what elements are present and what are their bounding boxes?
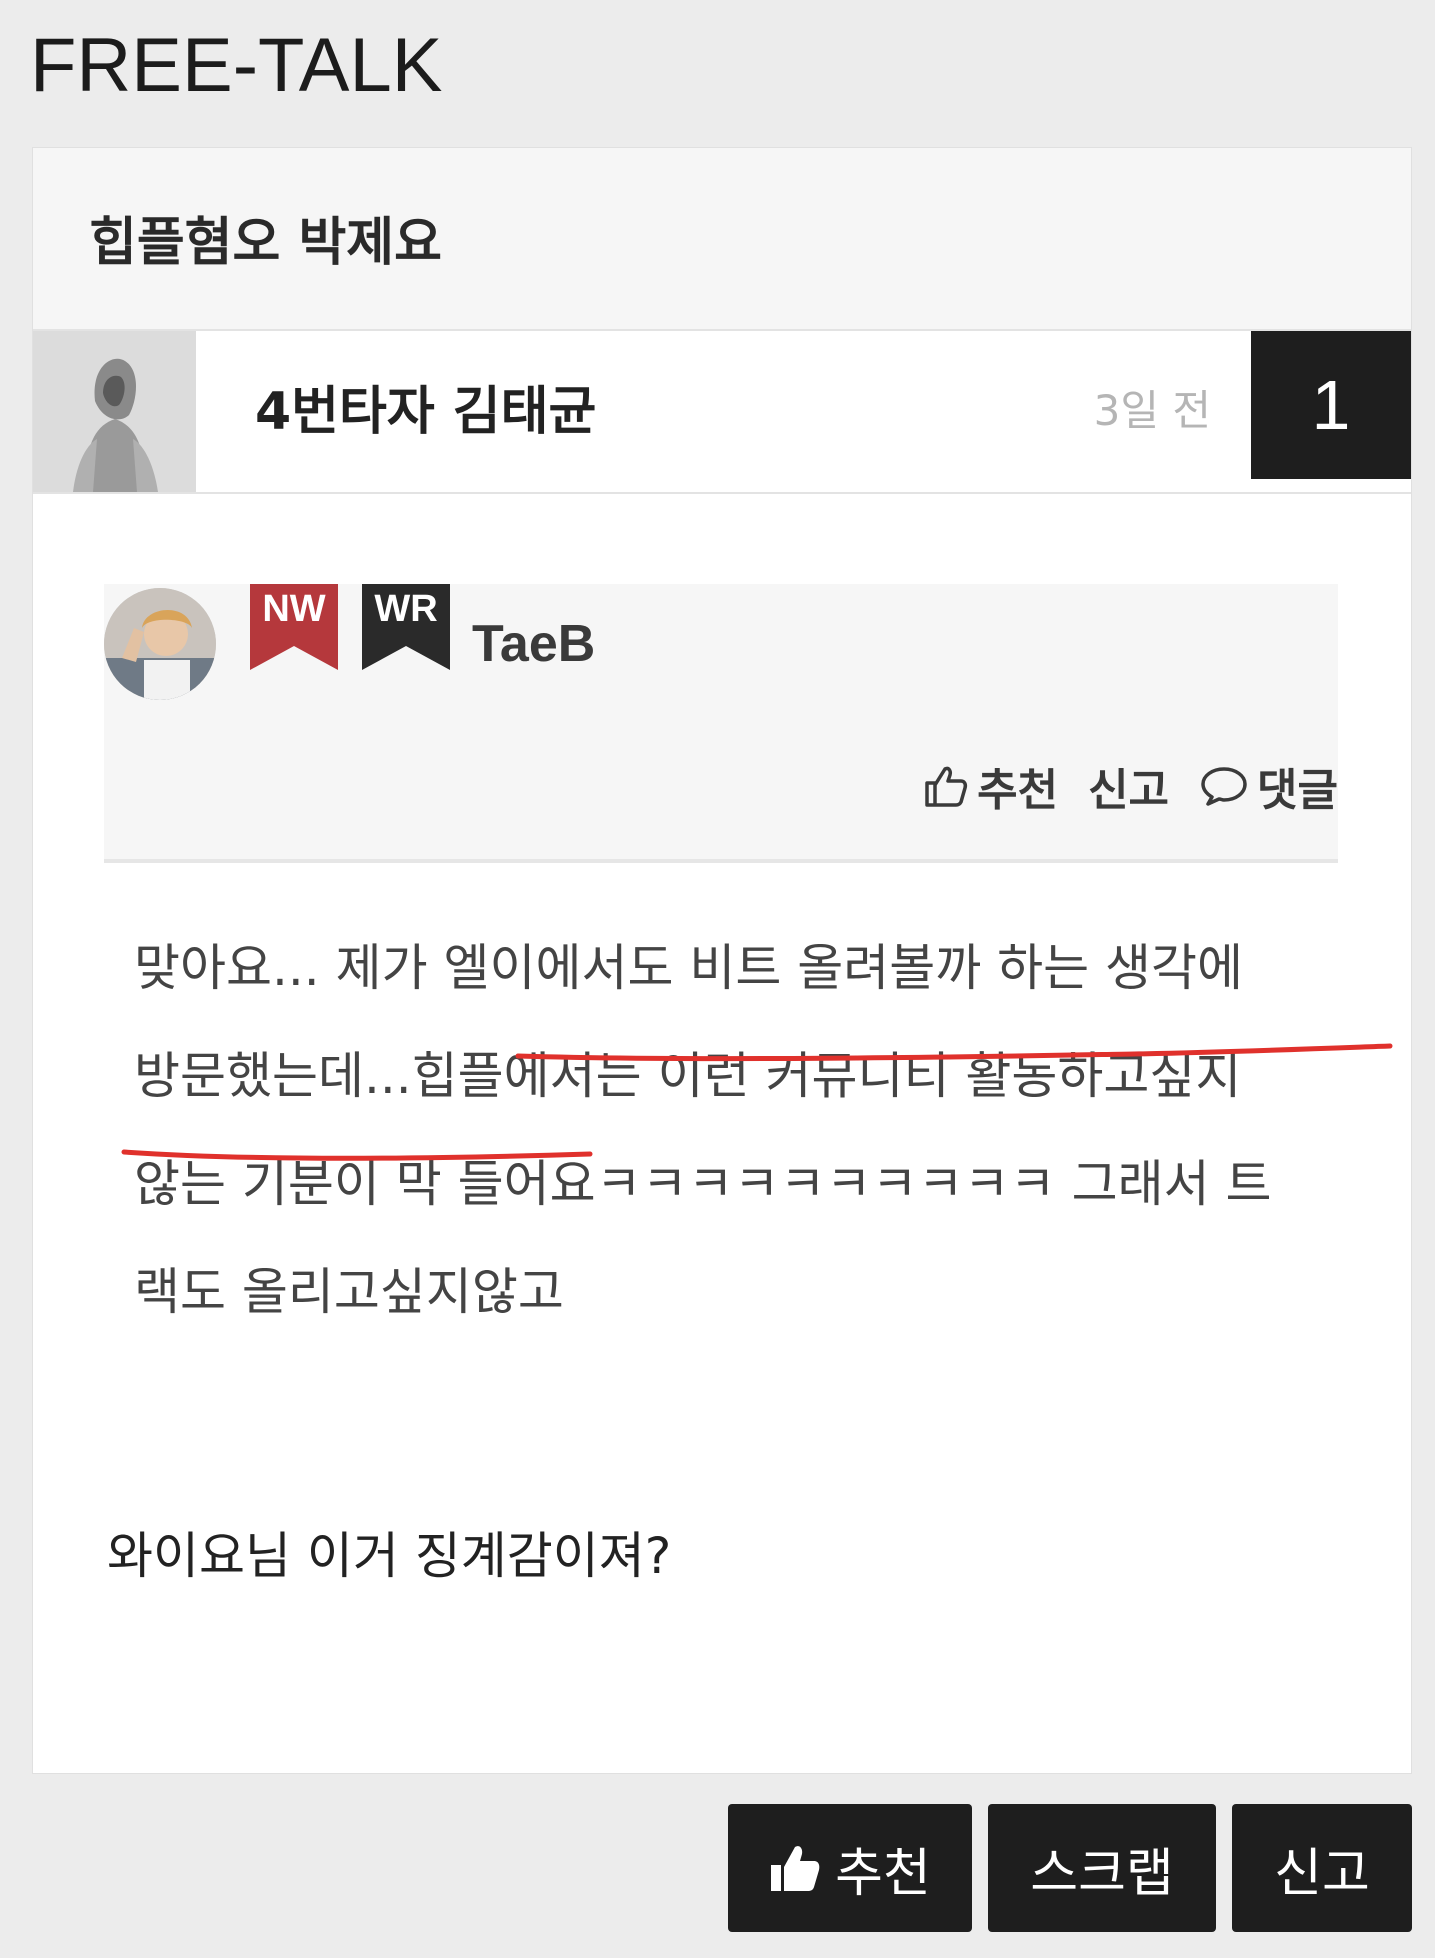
post-title-bar: 힙플혐오 박제요 <box>33 148 1411 331</box>
embed-user-avatar <box>104 588 216 700</box>
author-avatar[interactable] <box>33 331 196 492</box>
post-body: 와이요님 이거 징계감이져? <box>107 1527 672 1585</box>
embed-recommend: 추천 <box>923 754 1058 818</box>
report-button[interactable]: 신고 <box>1232 1804 1412 1932</box>
embedded-screenshot: NW WR TaeB 추천 신고 댓글 맞아요... 제가 엘이에서도 비트 올… <box>104 584 1393 1474</box>
hooded-person-avatar-icon <box>33 331 196 492</box>
recommend-button[interactable]: 추천 <box>728 1804 972 1932</box>
speech-bubble-icon <box>1201 767 1247 806</box>
embed-recommend-label: 추천 <box>977 765 1059 816</box>
post-time: 3일 전 <box>1093 386 1211 435</box>
badge-nw-label: NW <box>262 588 326 630</box>
embed-report: 신고 <box>1088 754 1169 818</box>
post-action-buttons: 추천 스크랩 신고 <box>728 1804 1412 1932</box>
post-title: 힙플혐오 박제요 <box>89 213 442 273</box>
badge-wr-label: WR <box>374 588 438 630</box>
embed-comment-label: 댓글 <box>1257 765 1338 816</box>
post-card: 힙플혐오 박제요 4번타자 김태균 3일 전 1 NW WR TaeB 추천 신… <box>32 147 1412 1774</box>
author-name[interactable]: 4번타자 김태균 <box>255 369 596 444</box>
recommend-button-label: 추천 <box>835 1843 931 1904</box>
embed-username: TaeB <box>472 615 596 673</box>
scrap-button[interactable]: 스크랩 <box>988 1804 1216 1932</box>
embed-comment: 댓글 <box>1199 754 1338 818</box>
red-underline-mark <box>121 1149 593 1161</box>
embed-line-2: 방문했는데...힙플에서는 이런 커뮤니티 활동하고싶지 <box>134 1047 1242 1105</box>
embed-line-1: 맞아요... 제가 엘이에서도 비트 올려볼까 하는 생각에 <box>134 939 1244 997</box>
embed-header: NW WR TaeB 추천 신고 댓글 <box>104 584 1338 863</box>
comment-count-badge[interactable]: 1 <box>1251 331 1411 479</box>
thumbs-up-icon <box>771 1846 820 1891</box>
badge-nw: NW <box>246 584 342 680</box>
embed-body-text: 맞아요... 제가 엘이에서도 비트 올려볼까 하는 생각에 방문했는데...힙… <box>121 914 1393 1346</box>
embed-line-4: 랙도 올리고싶지않고 <box>134 1263 564 1321</box>
embed-report-label: 신고 <box>1088 765 1170 816</box>
thumbs-up-icon <box>925 766 968 807</box>
author-row: 4번타자 김태균 3일 전 1 <box>33 331 1411 494</box>
board-title: FREE-TALK <box>30 23 443 108</box>
badge-wr: WR <box>358 584 454 680</box>
embed-actions: 추천 신고 댓글 <box>923 754 1338 818</box>
user-photo-icon <box>104 588 216 700</box>
red-underline-mark <box>515 1043 1393 1062</box>
